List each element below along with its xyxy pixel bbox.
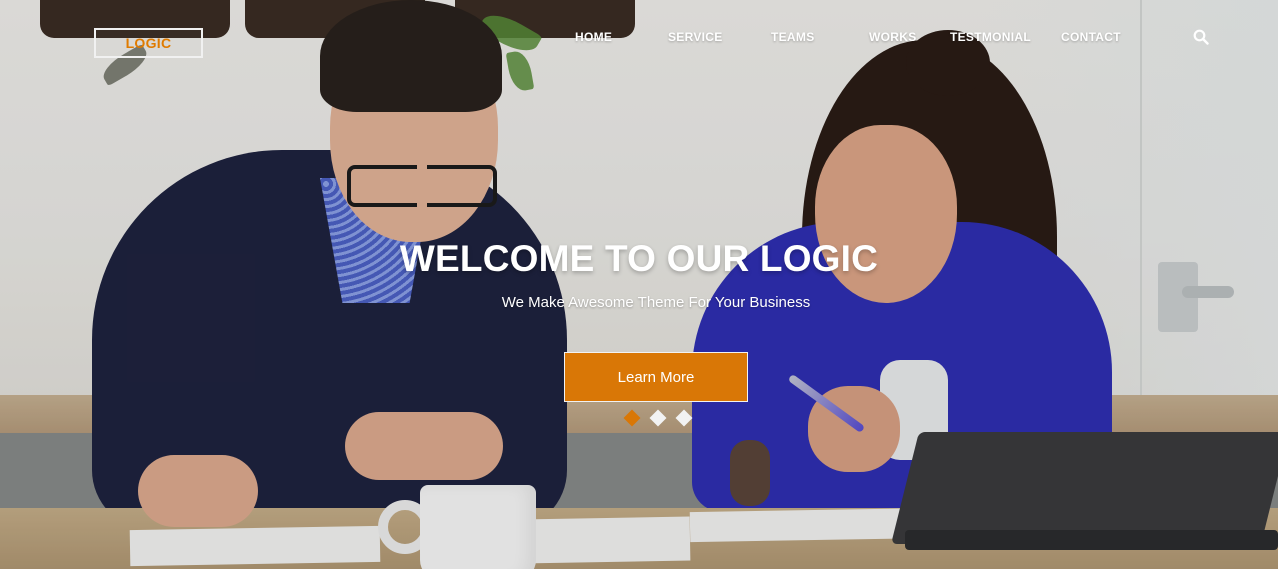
- hero-section: LOGIC HOME SERVICE TEAMS WORKS TESTMONIA…: [0, 0, 1278, 569]
- nav-item-home[interactable]: HOME: [575, 30, 612, 44]
- nav-item-service[interactable]: SERVICE: [668, 30, 723, 44]
- logo[interactable]: LOGIC: [94, 28, 203, 58]
- nav-item-teams[interactable]: TEAMS: [771, 30, 815, 44]
- slider-dot-1[interactable]: [623, 409, 641, 427]
- slider-dot-3[interactable]: [675, 409, 693, 427]
- hero-title: WELCOME TO OUR LOGIC: [399, 238, 879, 279]
- slider-dot-2[interactable]: [649, 409, 667, 427]
- hero-subtitle: We Make Awesome Theme For Your Business: [501, 294, 811, 311]
- hero-background-image: [0, 0, 1278, 569]
- learn-more-button[interactable]: Learn More: [564, 352, 748, 402]
- nav-item-testimonial[interactable]: TESTMONIAL: [950, 30, 1031, 44]
- slider-dots: [623, 409, 704, 429]
- nav-item-contact[interactable]: CONTACT: [1061, 30, 1121, 44]
- nav-item-works[interactable]: WORKS: [869, 30, 917, 44]
- search-icon[interactable]: [1193, 29, 1209, 45]
- image-overlay: [0, 0, 1278, 569]
